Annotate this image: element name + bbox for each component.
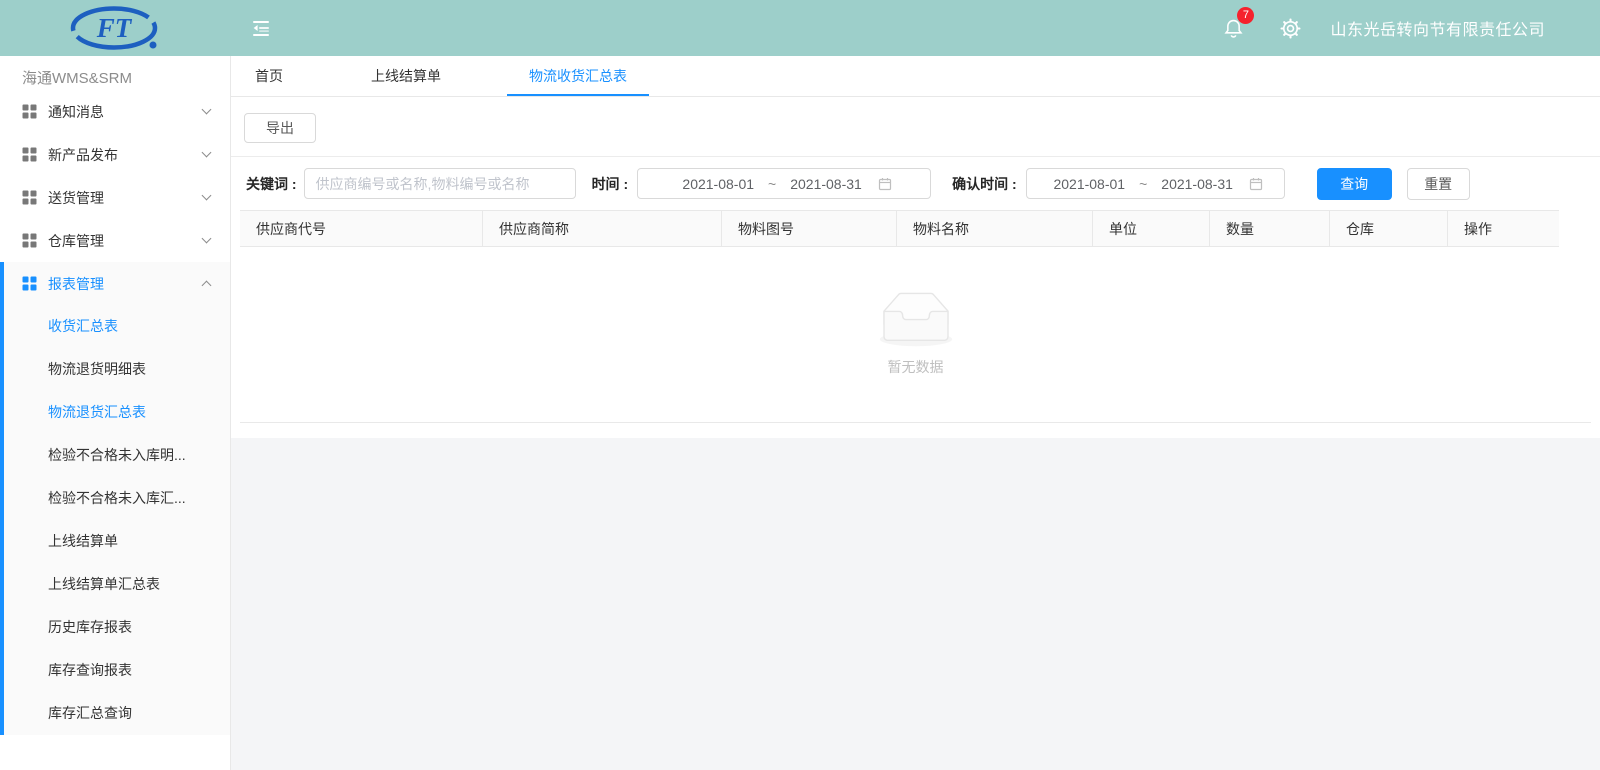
search-button[interactable]: 查询 — [1317, 168, 1392, 200]
column-header-1: 供应商简称 — [483, 211, 722, 246]
tab-bar: 首页 上线结算单 物流收货汇总表 — [231, 56, 1600, 97]
time-end-value[interactable]: 2021-08-31 — [780, 176, 872, 192]
time-label: 时间 : — [592, 174, 629, 194]
sidebar-subitem-7[interactable]: 历史库存报表 — [0, 606, 230, 649]
menu-fold-icon[interactable] — [249, 16, 273, 40]
appstore-grid-icon — [22, 104, 37, 119]
confirm-time-range-picker[interactable]: 2021-08-01 ~ 2021-08-31 — [1026, 168, 1285, 199]
svg-text:FT: FT — [95, 13, 132, 43]
empty-box-icon — [871, 292, 961, 349]
sidebar-menu: 通知消息新产品发布送货管理仓库管理报表管理收货汇总表物流退货明细表物流退货汇总表… — [0, 90, 230, 735]
sidebar-subitem-9[interactable]: 库存汇总查询 — [0, 692, 230, 735]
table-header-row: 供应商代号供应商简称物料图号物料名称单位数量仓库操作 — [240, 210, 1559, 247]
sidebar-group-4: 报表管理收货汇总表物流退货明细表物流退货汇总表检验不合格未入库明...检验不合格… — [0, 262, 230, 735]
export-button[interactable]: 导出 — [244, 113, 316, 143]
app-window: FT 7 — [0, 0, 1600, 770]
sidebar-subitem-8[interactable]: 库存查询报表 — [0, 649, 230, 692]
appstore-grid-icon — [22, 190, 37, 205]
confirm-time-label: 确认时间 : — [952, 174, 1017, 194]
sidebar-item-2[interactable]: 送货管理 — [0, 176, 230, 219]
chevron-down-icon — [202, 191, 212, 201]
sidebar-item-label: 通知消息 — [48, 102, 203, 122]
sidebar-title: 海通WMS&SRM — [0, 56, 230, 90]
logo: FT — [0, 5, 231, 51]
sidebar-group-2: 送货管理 — [0, 176, 230, 219]
column-header-0: 供应商代号 — [240, 211, 483, 246]
chevron-up-icon — [202, 281, 212, 291]
settings-button[interactable] — [1279, 17, 1302, 40]
range-separator: ~ — [764, 176, 780, 192]
sidebar: 海通WMS&SRM 通知消息新产品发布送货管理仓库管理报表管理收货汇总表物流退货… — [0, 56, 231, 770]
company-logo-icon: FT — [68, 5, 164, 51]
chevron-down-icon — [202, 234, 212, 244]
empty-text: 暂无数据 — [888, 357, 944, 377]
sidebar-item-label: 报表管理 — [48, 274, 203, 294]
column-header-6: 仓库 — [1330, 211, 1448, 246]
sidebar-group-1: 新产品发布 — [0, 133, 230, 176]
sidebar-submenu: 收货汇总表物流退货明细表物流退货汇总表检验不合格未入库明...检验不合格未入库汇… — [0, 305, 230, 735]
keyword-input[interactable] — [304, 168, 576, 199]
tab-0[interactable]: 首页 — [255, 56, 283, 96]
sidebar-item-0[interactable]: 通知消息 — [0, 90, 230, 133]
sidebar-subitem-6[interactable]: 上线结算单汇总表 — [0, 563, 230, 606]
header-actions: 7 — [1222, 16, 1600, 41]
sidebar-subitem-5[interactable]: 上线结算单 — [0, 520, 230, 563]
confirm-start-value[interactable]: 2021-08-01 — [1043, 176, 1135, 192]
sidebar-item-label: 新产品发布 — [48, 145, 203, 165]
confirm-end-value[interactable]: 2021-08-31 — [1151, 176, 1243, 192]
time-range-picker[interactable]: 2021-08-01 ~ 2021-08-31 — [637, 168, 931, 199]
column-header-4: 单位 — [1093, 211, 1210, 246]
sidebar-item-3[interactable]: 仓库管理 — [0, 219, 230, 262]
calendar-icon — [1249, 177, 1263, 191]
keyword-label: 关键词 : — [246, 174, 297, 194]
tab-1[interactable]: 上线结算单 — [371, 56, 441, 96]
calendar-icon — [878, 177, 892, 191]
sidebar-item-4[interactable]: 报表管理 — [0, 262, 230, 305]
chevron-down-icon — [202, 148, 212, 158]
sidebar-group-0: 通知消息 — [0, 90, 230, 133]
content-card: 导出 关键词 : 时间 : 2021-08-01 ~ 2021-08-31 — [231, 97, 1600, 438]
column-header-2: 物料图号 — [722, 211, 897, 246]
sidebar-subitem-4[interactable]: 检验不合格未入库汇... — [0, 477, 230, 520]
column-header-5: 数量 — [1210, 211, 1330, 246]
sidebar-subitem-3[interactable]: 检验不合格未入库明... — [0, 434, 230, 477]
sidebar-item-label: 仓库管理 — [48, 231, 203, 251]
sidebar-subitem-1[interactable]: 物流退货明细表 — [0, 348, 230, 391]
appstore-grid-icon — [22, 276, 37, 291]
sidebar-subitem-2[interactable]: 物流退货汇总表 — [0, 391, 230, 434]
filter-bar: 关键词 : 时间 : 2021-08-01 ~ 2021-08-31 — [231, 157, 1600, 210]
range-separator: ~ — [1135, 176, 1151, 192]
chevron-down-icon — [202, 105, 212, 115]
tab-2-active[interactable]: 物流收货汇总表 — [529, 56, 627, 96]
notifications-button[interactable]: 7 — [1222, 16, 1245, 41]
appstore-grid-icon — [22, 147, 37, 162]
column-header-7: 操作 — [1448, 211, 1559, 246]
toolbar: 导出 — [231, 97, 1600, 157]
top-header: FT 7 — [0, 0, 1600, 56]
sidebar-group-3: 仓库管理 — [0, 219, 230, 262]
main-content: 首页 上线结算单 物流收货汇总表 导出 关键词 : 时间 : 2021-08-01 … — [231, 56, 1600, 770]
reset-button[interactable]: 重置 — [1407, 168, 1470, 200]
notification-badge: 7 — [1237, 7, 1254, 24]
appstore-grid-icon — [22, 233, 37, 248]
empty-state: 暂无数据 — [240, 247, 1591, 423]
sidebar-item-label: 送货管理 — [48, 188, 203, 208]
sidebar-item-1[interactable]: 新产品发布 — [0, 133, 230, 176]
sidebar-subitem-0[interactable]: 收货汇总表 — [0, 305, 230, 348]
company-name: 山东光岳转向节有限责任公司 — [1330, 16, 1545, 40]
time-start-value[interactable]: 2021-08-01 — [672, 176, 764, 192]
column-header-3: 物料名称 — [897, 211, 1093, 246]
gear-icon — [1279, 17, 1302, 40]
